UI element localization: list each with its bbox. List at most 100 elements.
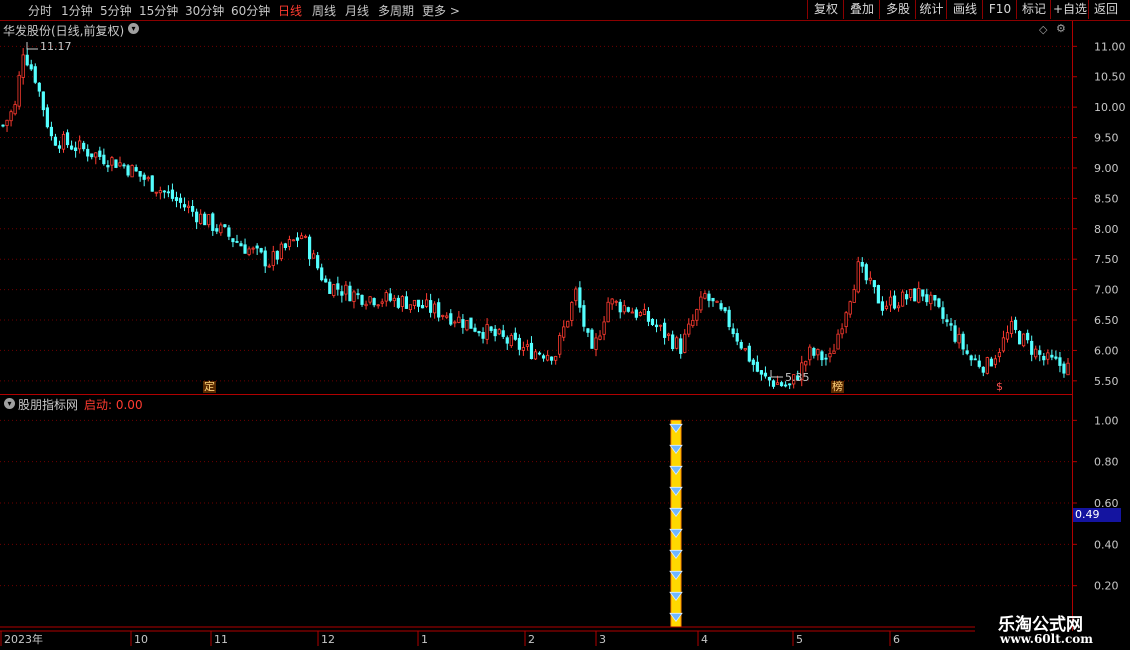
candle-body [102, 154, 106, 165]
candle-body [61, 133, 66, 150]
candle-body [945, 319, 949, 323]
event-tag-ding[interactable]: 定 [203, 381, 216, 393]
candle-body [267, 265, 271, 268]
x-tick-label: 12 [321, 633, 335, 646]
candle-body [707, 293, 711, 301]
candle-body [275, 250, 279, 260]
candle-body [199, 213, 203, 224]
candle-body [146, 177, 150, 180]
candle-body [291, 239, 296, 242]
candle-body [921, 289, 925, 297]
candle-body [29, 64, 33, 70]
min-price-label: 5.35 [785, 371, 810, 384]
candle-body [376, 304, 380, 307]
candle-body [1046, 352, 1050, 360]
indicator-value: 启动: 0.00 [84, 398, 143, 412]
candle-body [1066, 362, 1070, 376]
candle-body [598, 335, 602, 340]
candle-body [420, 305, 425, 309]
candle-body [239, 243, 243, 247]
candle-body [437, 302, 441, 318]
candle-body [441, 314, 445, 317]
event-tag-dollar[interactable]: $ [995, 381, 1004, 393]
candle-body [824, 357, 828, 360]
candle-body [901, 291, 905, 307]
candle-body [784, 384, 788, 387]
candle-body [98, 150, 102, 157]
candle-body [433, 303, 437, 314]
candle-body [578, 287, 582, 308]
event-tag-bang[interactable]: 榜 [831, 381, 844, 393]
candle-body [485, 324, 489, 340]
candle-body [880, 301, 885, 311]
candle-body [743, 347, 747, 351]
candle-body [352, 291, 356, 302]
candle-body [860, 261, 864, 267]
candle-body [905, 294, 909, 300]
candle-body [324, 278, 328, 283]
watermark-url: www.60lt.com [1000, 632, 1093, 646]
candle-body [17, 74, 21, 107]
candle-body [279, 243, 283, 260]
candle-body [828, 353, 832, 358]
candle-body [767, 376, 772, 381]
candle-body [227, 227, 231, 237]
candle-body [937, 298, 941, 307]
candle-body [961, 333, 965, 350]
candle-body [287, 239, 292, 247]
candle-body [37, 82, 41, 92]
y-tick-label: 7.50 [1094, 253, 1119, 266]
candle-body [852, 289, 856, 303]
candle-body [533, 351, 538, 360]
candle-body [501, 330, 505, 337]
candle-body [1030, 340, 1034, 355]
candle-body [162, 190, 166, 193]
candle-body [106, 164, 110, 168]
candle-body [457, 316, 461, 323]
indicator-header: ▾ 股朋指标网 启动: 0.00 [0, 395, 1072, 413]
candle-body [917, 288, 921, 303]
chart-canvas: 5.50 6.00 6.50 7.00 7.50 8.00 8.50 9.00 9.50 10.0… [0, 40, 1126, 646]
candle-body [392, 297, 396, 302]
candle-body [312, 253, 316, 259]
sub-grid [0, 419, 1072, 587]
candle-body [622, 305, 626, 313]
candle-body [154, 191, 158, 194]
candle-body [13, 104, 17, 115]
y-tick-label: 6.00 [1094, 344, 1119, 357]
candle-body [110, 157, 114, 166]
candle-body [142, 174, 146, 180]
candle-body [469, 317, 473, 329]
candle-body [933, 294, 937, 301]
candle-body [49, 126, 54, 137]
candle-body [759, 370, 764, 375]
candle-body [775, 382, 780, 385]
candle-body [654, 324, 659, 328]
candle-body [404, 296, 409, 309]
candle-body [271, 251, 275, 266]
candle-body [1009, 321, 1014, 334]
x-tick-label: 10 [134, 633, 148, 646]
candle-body [856, 261, 860, 293]
candle-body [332, 284, 336, 296]
y-tick-label: 10.00 [1094, 101, 1126, 114]
candle-body [497, 329, 501, 335]
candle-body [618, 301, 622, 313]
candle-body [727, 309, 731, 328]
candle-body [658, 324, 663, 327]
candle-body [118, 162, 122, 167]
candle-body [445, 315, 449, 318]
candle-body [529, 342, 534, 360]
candle-body [259, 248, 263, 253]
candle-body [231, 238, 235, 243]
candle-body [646, 311, 651, 322]
candle-body [541, 355, 546, 359]
candle-body [590, 329, 594, 349]
indicator-title[interactable]: 股朋指标网 [18, 396, 78, 413]
candle-body [191, 205, 195, 212]
chevron-down-icon[interactable]: ▾ [4, 398, 15, 409]
x-tick-label: 3 [599, 633, 606, 646]
candle-body [166, 191, 170, 194]
candle-body [235, 241, 239, 243]
candle-body [1013, 319, 1018, 330]
